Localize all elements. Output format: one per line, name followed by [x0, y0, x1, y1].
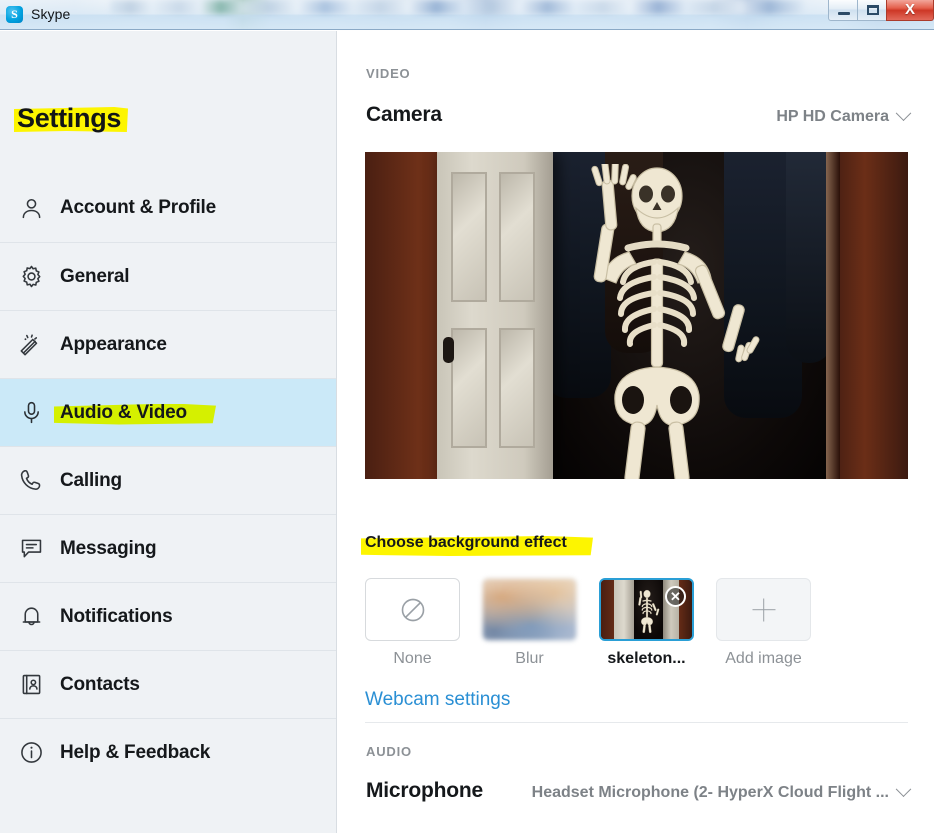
info-circle-icon — [14, 740, 48, 765]
sidebar-item-label: Help & Feedback — [60, 741, 211, 763]
magic-wand-icon — [14, 332, 48, 357]
preview-skeleton-figure — [590, 164, 759, 479]
no-entry-icon — [401, 598, 424, 621]
section-divider — [365, 722, 908, 723]
close-circle-icon[interactable]: ✕ — [665, 586, 686, 607]
background-option-none-thumbnail[interactable] — [365, 578, 460, 641]
sidebar-item-help-feedback[interactable]: Help & Feedback — [0, 718, 336, 786]
close-button[interactable]: X — [886, 0, 934, 21]
sidebar-label-wrap: Notifications — [60, 605, 173, 628]
sidebar-label-wrap: Messaging — [60, 537, 157, 560]
sidebar-label-wrap: General — [60, 265, 130, 288]
preview-door-panel — [451, 328, 487, 448]
close-icon: X — [904, 1, 915, 18]
sidebar-label-wrap: Account & Profile — [60, 197, 216, 219]
skype-settings-window: S Skype X Settings Account & Profile Gen… — [0, 0, 934, 833]
microphone-device-dropdown[interactable]: Headset Microphone (2- HyperX Cloud Flig… — [531, 780, 912, 802]
phone-icon — [14, 468, 48, 493]
sidebar-item-notifications[interactable]: Notifications — [0, 582, 336, 650]
add-image-label: Add image — [725, 650, 802, 667]
background-option-custom-label: skeleton... — [607, 650, 686, 667]
minimize-button[interactable] — [828, 0, 858, 21]
sidebar-item-label: Messaging — [60, 537, 157, 559]
background-option-label: None — [365, 650, 460, 668]
sidebar-label-wrap: Audio & Video — [54, 401, 216, 425]
background-option-none[interactable]: None — [365, 578, 460, 668]
sidebar-item-label: Appearance — [60, 333, 167, 355]
sidebar-item-messaging[interactable]: Messaging — [0, 514, 336, 582]
settings-content-panel: VIDEO Camera HP HD Camera Choose backgro… — [338, 31, 934, 833]
maximize-icon — [867, 5, 879, 15]
background-option-none-label: None — [393, 650, 432, 667]
gear-icon — [14, 264, 48, 289]
maximize-button[interactable] — [857, 0, 887, 21]
bell-icon — [14, 604, 48, 629]
window-title: Skype — [31, 6, 71, 22]
preview-door-panel — [451, 172, 487, 302]
preview-door-knob — [443, 337, 454, 363]
aero-blur-strip — [110, 0, 804, 14]
sidebar-item-label: Account & Profile — [60, 197, 217, 218]
window-controls: X — [828, 0, 934, 23]
background-option-label: Blur — [482, 650, 577, 668]
sidebar-label-wrap: Calling — [60, 470, 122, 492]
camera-device-value: HP HD Camera — [776, 108, 889, 125]
camera-label: Camera — [366, 103, 442, 126]
settings-nav: Account & Profile General Appearance Aud… — [0, 174, 336, 786]
camera-preview — [365, 152, 908, 479]
background-option-blur[interactable]: Blur — [482, 578, 577, 668]
background-option-label: Add image — [716, 650, 811, 668]
sidebar-label-wrap: Help & Feedback — [60, 742, 210, 764]
sidebar-item-contacts[interactable]: Contacts — [0, 650, 336, 718]
sidebar-item-label: General — [60, 265, 130, 287]
camera-device-dropdown[interactable]: HP HD Camera — [776, 104, 912, 126]
minimize-icon — [838, 12, 850, 15]
video-section-label: VIDEO — [366, 66, 411, 81]
background-effect-options: None Blur ✕ skeleton... Add image — [365, 578, 811, 668]
background-option-blur-thumbnail[interactable] — [482, 578, 577, 641]
sidebar-item-label: Audio & Video — [60, 401, 187, 423]
preview-wall-right — [836, 152, 908, 479]
background-option-label: skeleton... — [599, 650, 694, 668]
person-icon — [14, 196, 48, 221]
page-title: Settings — [14, 103, 128, 134]
chevron-down-icon — [895, 104, 912, 121]
skype-logo-icon: S — [6, 6, 23, 23]
background-option-add-image[interactable]: Add image — [716, 578, 811, 668]
plus-icon-vertical — [762, 598, 765, 621]
background-option-blur-label: Blur — [515, 650, 544, 667]
camera-row: Camera HP HD Camera — [366, 103, 912, 127]
sidebar-label-wrap: Appearance — [60, 334, 167, 356]
title-bar[interactable]: S Skype X — [0, 0, 934, 30]
add-image-button[interactable] — [716, 578, 811, 641]
sidebar-label-wrap: Contacts — [60, 674, 140, 696]
page-title-text: Settings — [17, 103, 122, 133]
microphone-label: Microphone — [366, 779, 483, 802]
thumb-skeleton-figure — [637, 589, 659, 633]
settings-sidebar: Settings Account & Profile General Appea… — [0, 31, 337, 833]
address-book-icon — [14, 672, 48, 697]
sidebar-item-label: Notifications — [60, 605, 173, 627]
sidebar-item-appearance[interactable]: Appearance — [0, 310, 336, 378]
sidebar-item-account-profile[interactable]: Account & Profile — [0, 174, 336, 242]
background-option-skeleton-thumbnail[interactable]: ✕ — [599, 578, 694, 641]
sidebar-item-label: Calling — [60, 469, 122, 491]
sidebar-item-general[interactable]: General — [0, 242, 336, 310]
chat-bubble-icon — [14, 536, 48, 561]
microphone-icon — [14, 400, 48, 425]
microphone-device-value: Headset Microphone (2- HyperX Cloud Flig… — [531, 784, 889, 801]
sidebar-item-calling[interactable]: Calling — [0, 446, 336, 514]
background-effect-caption: Choose background effect — [361, 534, 593, 556]
sidebar-item-audio-video[interactable]: Audio & Video — [0, 378, 336, 446]
background-effect-caption-text: Choose background effect — [365, 534, 567, 551]
preview-door-frame-right — [826, 152, 840, 479]
background-option-custom-image[interactable]: ✕ skeleton... — [599, 578, 694, 668]
sidebar-item-label: Contacts — [60, 673, 140, 695]
preview-door-panel — [499, 328, 535, 448]
chevron-down-icon — [895, 780, 912, 797]
audio-section-label: AUDIO — [366, 744, 412, 759]
preview-door-panel — [499, 172, 535, 302]
microphone-row: Microphone Headset Microphone (2- HyperX… — [366, 779, 912, 803]
webcam-settings-link[interactable]: Webcam settings — [365, 689, 510, 711]
